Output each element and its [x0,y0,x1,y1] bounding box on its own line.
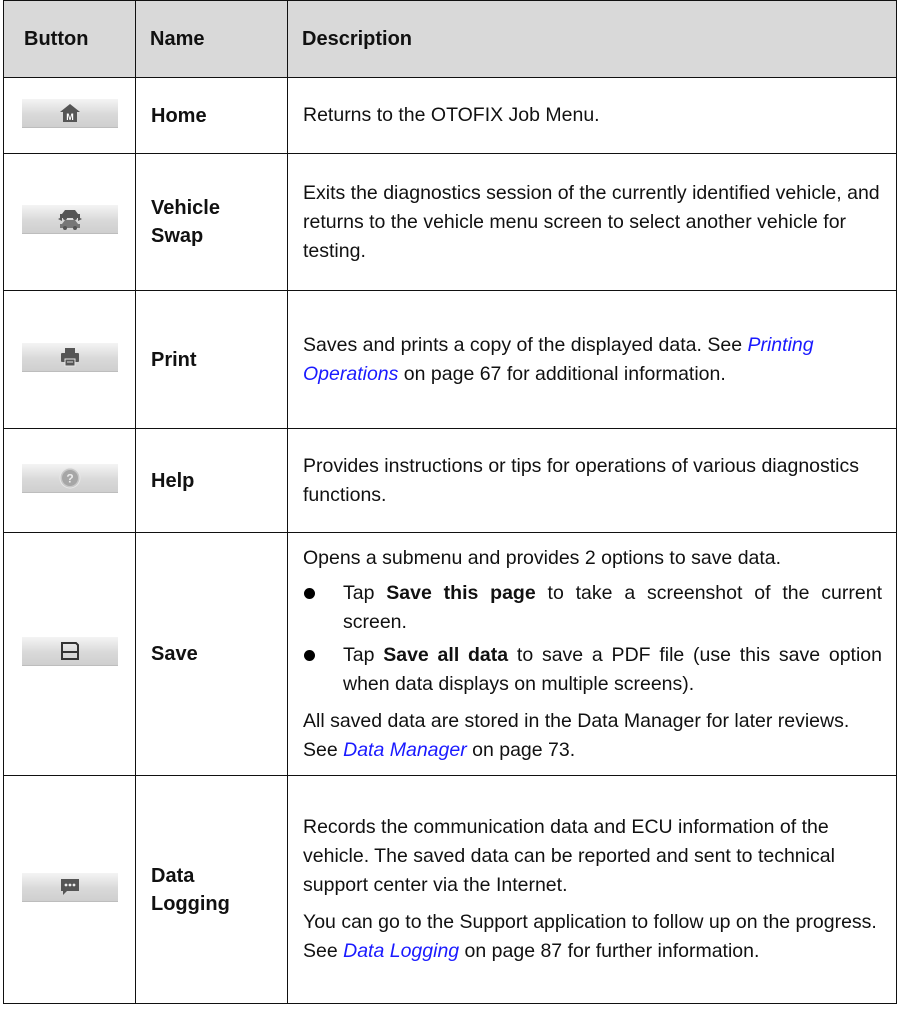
row-description: Saves and prints a copy of the displayed… [303,333,814,385]
table-row: Save Opens a submenu and provides 2 opti… [3,532,897,776]
row-name: Print [135,290,288,429]
table-row: M Home Returns to the OTOFIX Job Menu. [3,77,897,154]
svg-text:M: M [66,112,74,122]
row-name-line-1: Data [151,864,195,887]
row-description: Exits the diagnostics session of the cur… [303,181,880,262]
table-row: Print Saves and prints a copy of the dis… [3,290,897,429]
printer-icon [60,347,79,366]
vehicle-swap-button[interactable] [21,205,118,234]
header-button: Button [3,0,136,78]
row-name: Save [135,532,288,776]
row-name: Data Logging [135,775,288,1004]
header-name: Name [135,0,288,78]
data-logging-button[interactable] [21,872,118,902]
home-icon: M [59,103,80,122]
row-description: Records the communication data and ECU i… [303,816,835,896]
list-item: Tap Save all data to save a PDF file (us… [303,641,882,699]
svg-text:?: ? [66,471,73,485]
vehicle-swap-icon [57,210,82,230]
table-header-row: Button Name Description [3,0,897,78]
button-reference-table: Button Name Description M Home Returns t… [3,0,897,1004]
help-icon: ? [59,467,80,488]
row-description-intro: Opens a submenu and provides 2 options t… [303,546,782,569]
row-description: Returns to the OTOFIX Job Menu. [303,104,600,126]
table-row: Data Logging Records the communication d… [3,775,897,1004]
save-icon [60,642,79,660]
help-button[interactable]: ? [21,463,118,493]
row-description-followup: You can go to the Support application to… [303,911,877,962]
row-description-outro: All saved data are stored in the Data Ma… [303,709,850,761]
row-name: Vehicle Swap [135,153,288,291]
row-name: Help [135,428,288,533]
row-name: Home [135,77,288,154]
data-logging-link[interactable]: Data Logging [343,940,459,962]
data-logging-icon [60,878,79,895]
row-name-line-2: Swap [151,225,204,247]
table-row: Vehicle Swap Exits the diagnostics sessi… [3,153,897,291]
home-button[interactable]: M [21,98,118,128]
table-row: ? Help Provides instructions or tips for… [3,428,897,533]
save-options-list: Tap Save this page to take a screenshot … [303,579,882,699]
save-button[interactable] [21,637,118,666]
print-button[interactable] [21,342,118,372]
row-name-line-1: Vehicle [151,197,220,219]
row-name-line-2: Logging [151,892,230,915]
data-manager-link[interactable]: Data Manager [343,739,467,761]
row-description: Provides instructions or tips for operat… [303,454,860,506]
header-description: Description [287,0,897,78]
list-item: Tap Save this page to take a screenshot … [303,579,882,637]
